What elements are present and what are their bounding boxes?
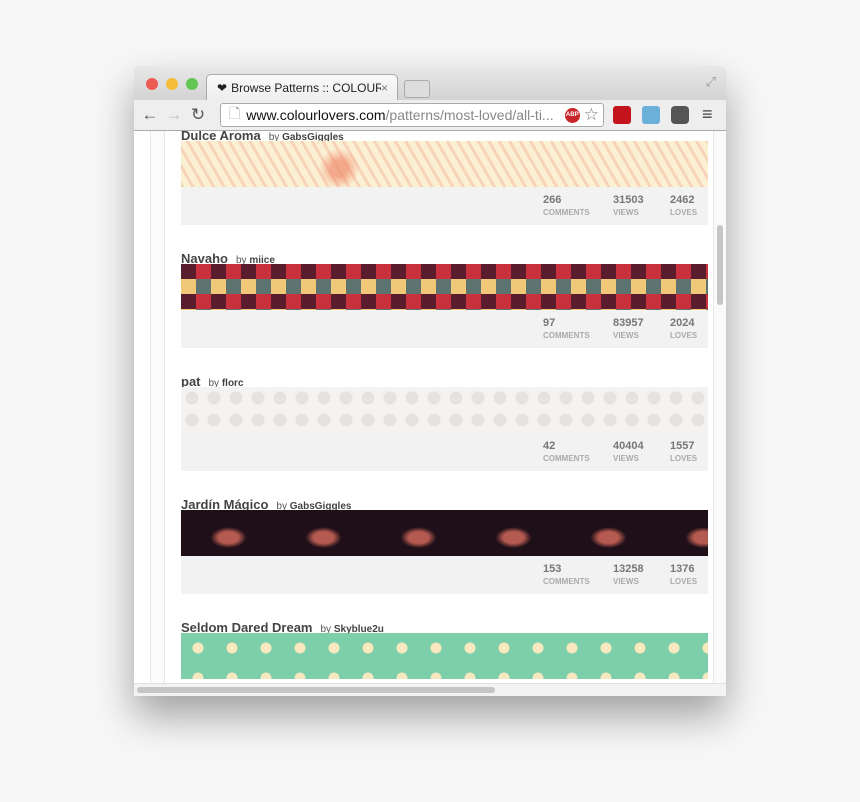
menu-icon[interactable]: ≡: [702, 104, 713, 125]
bookmark-star-icon[interactable]: ☆: [584, 105, 599, 125]
scrollbar-thumb[interactable]: [717, 225, 723, 305]
minimize-window-button[interactable]: [166, 78, 178, 90]
pattern-image[interactable]: [181, 510, 708, 556]
adblock-icon[interactable]: ABP: [564, 107, 580, 123]
pattern-stats: 42 COMMENTS 40404 VIEWS 1557 LOVES: [181, 433, 708, 471]
stat-views: 13258 VIEWS: [613, 563, 644, 586]
pattern-image[interactable]: [181, 633, 708, 679]
stat-comments: 97 COMMENTS: [543, 317, 590, 340]
tab-bar: ❤ Browse Patterns :: COLOURlovers × ⤢: [134, 66, 726, 100]
tab-browse-patterns[interactable]: ❤ Browse Patterns :: COLOURlovers ×: [206, 74, 398, 100]
horizontal-scrollbar[interactable]: [134, 683, 726, 696]
stat-comments: 153 COMMENTS: [543, 563, 590, 586]
lastpass-extension-icon[interactable]: [613, 106, 631, 124]
stat-views: 40404 VIEWS: [613, 440, 644, 463]
pattern-stats: 153 COMMENTS 13258 VIEWS 1376 LOVES: [181, 556, 708, 594]
page-icon: 🗋: [229, 105, 241, 121]
pattern-entry: Dulce Aroma by GabsGiggles 266 COMMENTS 315…: [181, 131, 708, 251]
close-window-button[interactable]: [146, 78, 158, 90]
pattern-entry: pat by florc 42 COMMENTS 40404 VIEWS 1557 LOVE…: [181, 374, 708, 497]
stat-views: 83957 VIEWS: [613, 317, 644, 340]
extension-icon[interactable]: [642, 106, 660, 124]
fullscreen-icon[interactable]: ⤢: [706, 74, 716, 90]
stat-comments: 42 COMMENTS: [543, 440, 590, 463]
stat-loves: 2462 LOVES: [670, 194, 698, 217]
stat-views: 31503 VIEWS: [613, 194, 644, 217]
forward-button[interactable]: →: [162, 105, 186, 125]
pattern-entry: Navaho by miice 97 COMMENTS 83957 VIEWS 2024 L…: [181, 251, 708, 374]
pattern-entry: Jardín Mágico by GabsGiggles 153 COMMENTS 1…: [181, 497, 708, 620]
reload-button[interactable]: ↻: [186, 105, 210, 125]
address-bar[interactable]: 🗋 www.colourlovers.com/patterns/most-lov…: [220, 103, 604, 127]
vertical-scrollbar[interactable]: [713, 131, 726, 684]
scrollbar-thumb[interactable]: [137, 687, 495, 693]
stat-loves: 1557 LOVES: [670, 440, 698, 463]
pocket-extension-icon[interactable]: [671, 106, 689, 124]
stat-comments: 266 COMMENTS: [543, 194, 590, 217]
stat-loves: 1376 LOVES: [670, 563, 698, 586]
pattern-image[interactable]: [181, 387, 708, 433]
stat-loves: 2024 LOVES: [670, 317, 698, 340]
pattern-entry: Seldom Dared Dream by Skyblue2u: [181, 620, 708, 684]
toolbar: ← → ↻ 🗋 www.colourlovers.com/patterns/mo…: [134, 100, 726, 131]
close-tab-icon[interactable]: ×: [381, 81, 397, 95]
pattern-image[interactable]: [181, 141, 708, 187]
page-content: Dulce Aroma by GabsGiggles 266 COMMENTS 315…: [134, 131, 714, 684]
zoom-window-button[interactable]: [186, 78, 198, 90]
back-button[interactable]: ←: [138, 105, 162, 125]
browser-window: ❤ Browse Patterns :: COLOURlovers × ⤢ ← …: [134, 66, 726, 696]
pattern-stats: 266 COMMENTS 31503 VIEWS 2462 LOVES: [181, 187, 708, 225]
pattern-image[interactable]: [181, 264, 708, 310]
pattern-stats: 97 COMMENTS 83957 VIEWS 2024 LOVES: [181, 310, 708, 348]
heart-favicon-icon: ❤: [217, 80, 228, 95]
new-tab-button[interactable]: [404, 80, 430, 98]
